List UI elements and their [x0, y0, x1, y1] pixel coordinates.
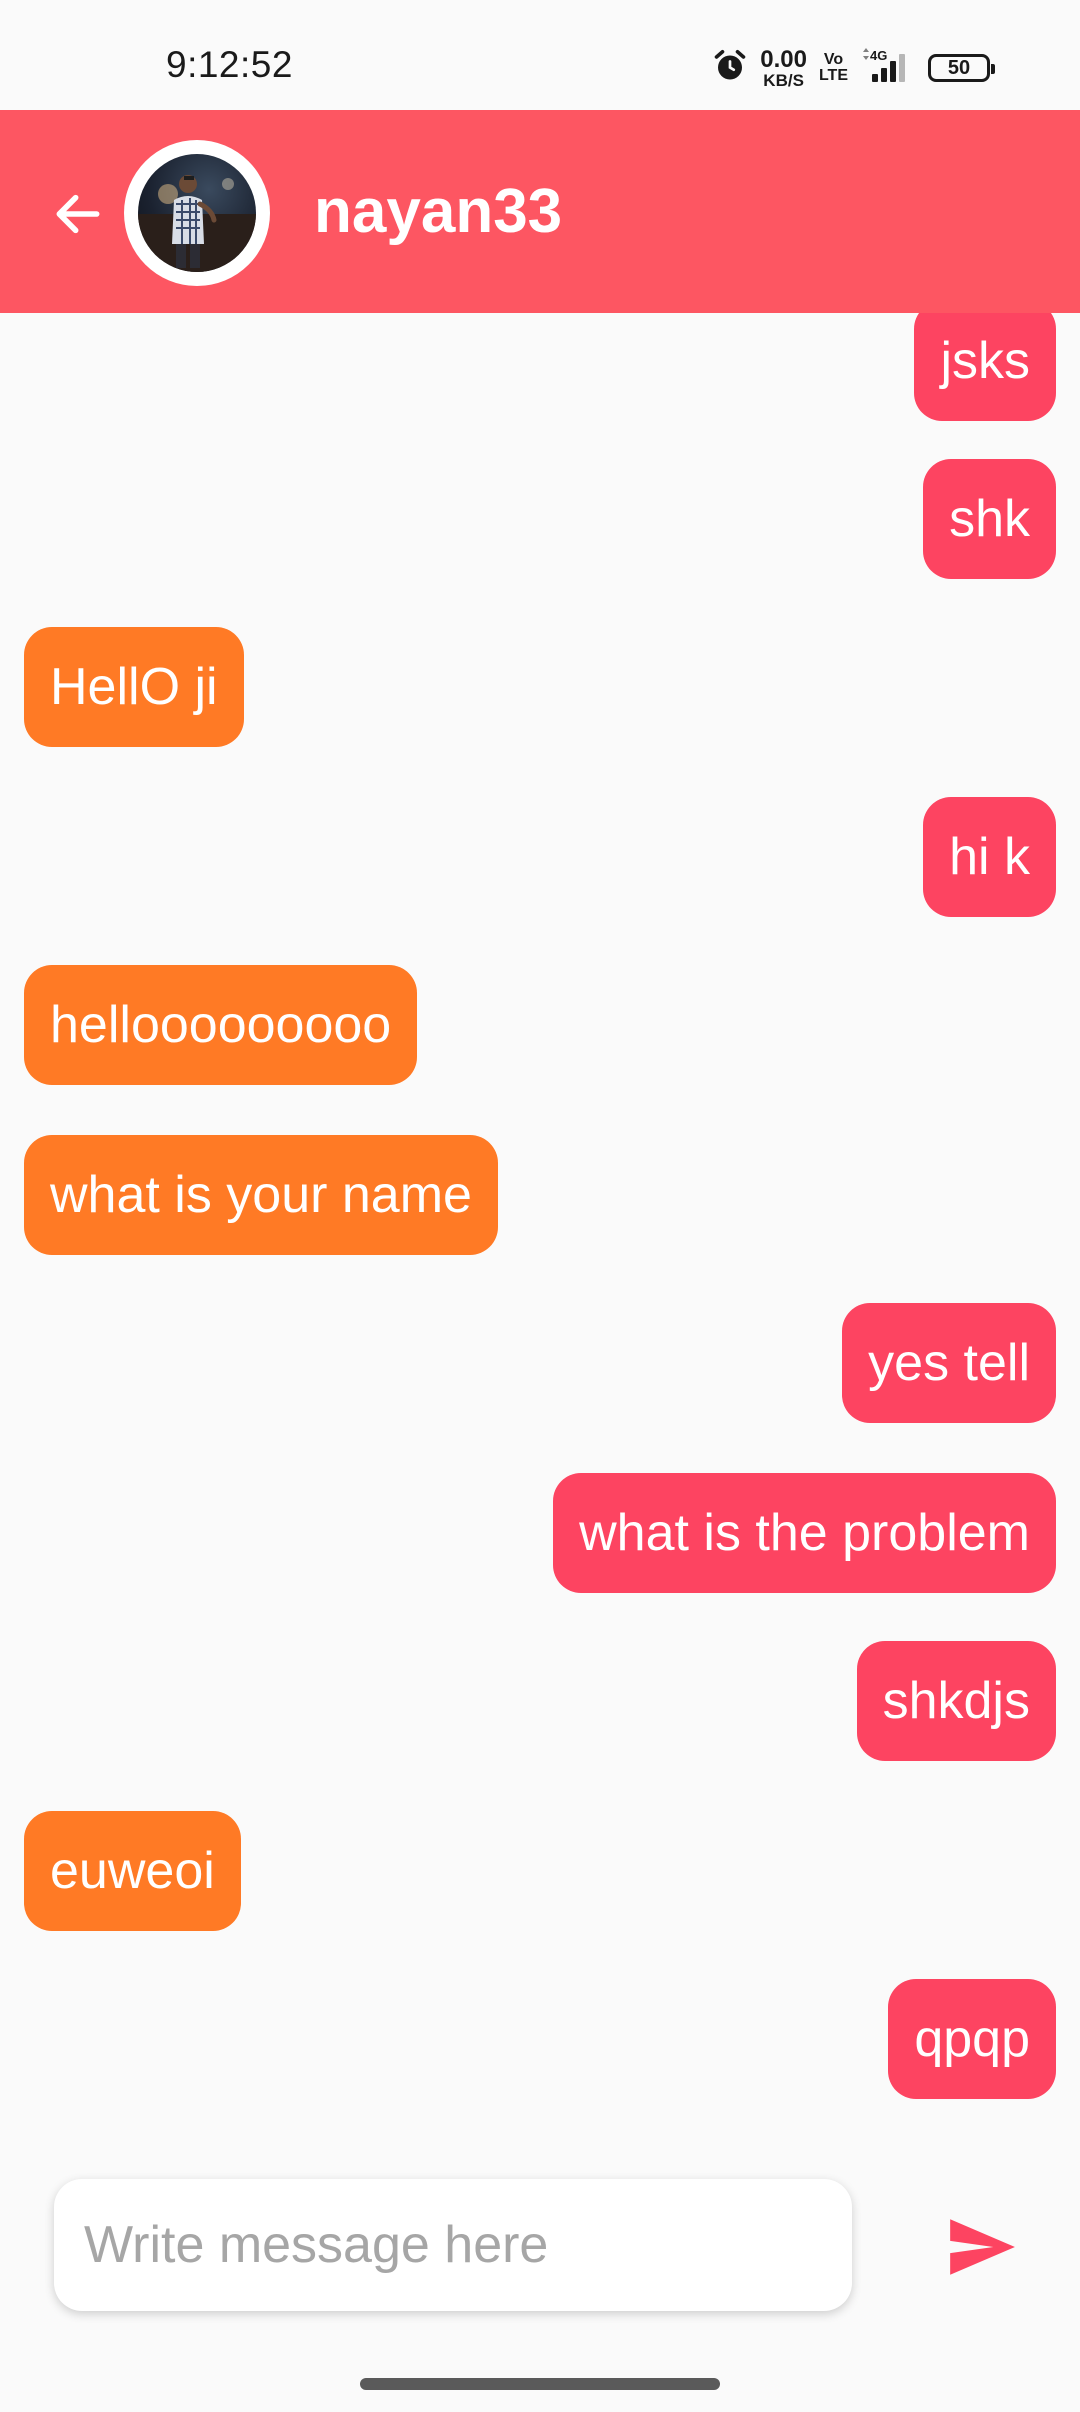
- message-bubble-received[interactable]: hellooooooooo: [24, 965, 418, 1085]
- volte-top: Vo: [823, 51, 844, 68]
- status-time: 9:12:52: [166, 44, 293, 85]
- status-icons: 0.00 KB/S Vo LTE 4G 50: [712, 44, 995, 92]
- network-speed: 0.00 KB/S: [760, 45, 807, 90]
- signal-icon: 4G: [860, 47, 916, 89]
- send-button[interactable]: [944, 2210, 1018, 2284]
- chat-screen: 9:12:52 0.00 KB/S Vo LTE 4G 50 nayan33 j…: [0, 0, 1080, 2412]
- send-icon: [950, 2219, 1015, 2275]
- contact-avatar[interactable]: [124, 140, 270, 286]
- alarm-icon: [712, 48, 748, 89]
- contact-name[interactable]: nayan33: [314, 176, 562, 247]
- message-bubble-sent[interactable]: jsks: [914, 313, 1056, 421]
- message-bubble-received[interactable]: euweoi: [24, 1811, 241, 1931]
- net-speed-unit: KB/S: [763, 70, 804, 90]
- message-bubble-sent[interactable]: hi k: [923, 797, 1056, 917]
- arrow-left-icon: [56, 194, 100, 234]
- message-bubble-sent[interactable]: shk: [923, 459, 1056, 579]
- message-bubble-sent[interactable]: shkdjs: [856, 1641, 1056, 1761]
- status-bar: 9:12:52 0.00 KB/S Vo LTE 4G 50: [0, 0, 1080, 110]
- message-list[interactable]: jsks shk HellO ji hi k hellooooooooo wha…: [0, 313, 1080, 2153]
- back-button[interactable]: [48, 184, 108, 244]
- message-bubble-received[interactable]: HellO ji: [24, 627, 244, 747]
- message-bubble-sent[interactable]: what is the problem: [553, 1473, 1056, 1593]
- message-bubble-sent[interactable]: qpqp: [888, 1979, 1056, 2099]
- volte-indicator: Vo LTE: [819, 52, 848, 84]
- battery-icon: 50: [928, 54, 995, 82]
- home-indicator[interactable]: [360, 2378, 720, 2390]
- message-bubble-sent[interactable]: yes tell: [842, 1303, 1056, 1423]
- volte-bottom: LTE: [818, 67, 848, 84]
- chat-header: nayan33: [0, 110, 1080, 313]
- network-type-label: 4G: [870, 48, 887, 63]
- message-composer: [0, 2160, 1080, 2340]
- message-bubble-received[interactable]: what is your name: [24, 1135, 498, 1255]
- avatar-photo: [138, 154, 256, 272]
- net-speed-value: 0.00: [760, 45, 807, 73]
- battery-level: 50: [947, 56, 971, 79]
- message-input[interactable]: [54, 2179, 852, 2311]
